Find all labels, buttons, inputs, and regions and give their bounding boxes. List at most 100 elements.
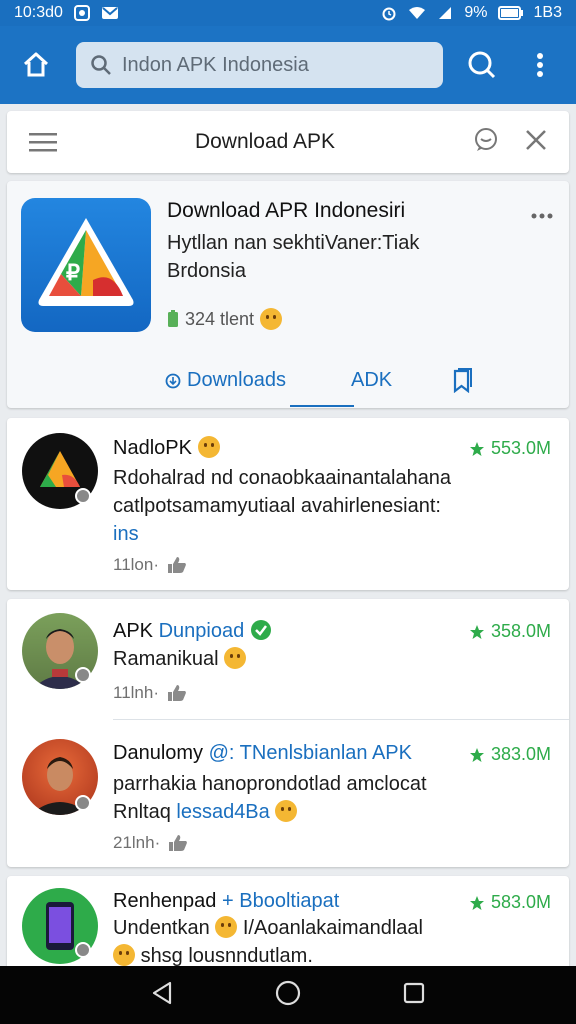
rating-value: 553.0M (490, 438, 551, 458)
system-nav-bar (0, 966, 576, 1024)
search-button[interactable] (460, 43, 504, 87)
post-body-line: Rdohalrad nd conaobkaainantalahana (113, 467, 452, 489)
app-subtitle-1: Hytllan nan sekhtiVaner:Tiak (167, 232, 420, 254)
emoji-icon (224, 647, 247, 669)
like-icon[interactable] (167, 556, 187, 574)
post-body-line: catlpotsamamyutiaal avahirlenesiant: (113, 495, 441, 517)
status-left: 10:3d0 (14, 4, 119, 22)
active-tab-indicator (290, 405, 354, 407)
author-name-prefix: APK (113, 620, 154, 642)
post-body: Undentkan I/Aoanlakaimandlaal shsg lousn… (113, 914, 553, 970)
time-text: 21lnh· (113, 833, 161, 852)
signal-icon (436, 5, 454, 21)
post-body: Rdohalrad nd conaobkaainantalahana catlp… (113, 464, 553, 548)
star-icon (469, 441, 484, 456)
app-meta: 324 tlent (167, 308, 283, 330)
star-icon (469, 747, 484, 762)
post-body-text: I/Aoanlakaimandlaal (242, 917, 423, 939)
battery-icon (497, 5, 524, 21)
home-nav-button[interactable] (275, 980, 301, 1011)
time-text: 11lnh· (113, 683, 159, 702)
star-icon (469, 895, 484, 910)
post-author: NadloPK (113, 436, 220, 460)
app-subtitle-2: Brdonsia (167, 260, 246, 282)
status-right: 9% 1B3 (380, 4, 562, 22)
rating-value: 358.0M (490, 621, 551, 641)
post-body-line: Undentkan I/Aoanlakaimandlaal (113, 914, 553, 942)
search-box[interactable] (76, 42, 443, 88)
app-hero-card: ₽ Download APR Indonesiri Hytllan nan se… (7, 181, 569, 408)
status-time: 10:3d0 (14, 4, 63, 21)
status-bar: 10:3d0 9% 1B3 (0, 0, 576, 26)
close-icon (526, 129, 546, 150)
post-body-text: Undentkan (113, 917, 210, 939)
like-icon[interactable] (167, 684, 187, 702)
author-name: Renhenpad (113, 890, 217, 912)
rating: 358.0M (469, 621, 551, 642)
more-horiz-icon (531, 213, 553, 219)
menu-button[interactable] (29, 132, 57, 152)
wifi-icon (408, 5, 426, 21)
post-card[interactable]: NadloPK 553.0M Rdohalrad nd conaobkaaina… (7, 418, 569, 590)
post-card[interactable]: Renhenpad + Bbooltiapat 583.0M Undentkan… (7, 876, 569, 976)
battery-small-icon (168, 310, 178, 327)
tab-bookmark[interactable] (452, 367, 474, 393)
like-icon[interactable] (168, 834, 188, 852)
emoji-icon (197, 436, 220, 458)
overflow-menu-button[interactable] (518, 43, 562, 87)
hamburger-icon (29, 133, 57, 152)
post-body-text: Rnltaq (113, 801, 171, 823)
chat-bubble-icon (475, 127, 497, 151)
search-icon (468, 51, 496, 79)
app-meta-text: 324 tlent (185, 308, 255, 329)
post-group-card: APK Dunpioad 358.0M Ramanikual 11lnh· Da… (7, 599, 569, 867)
post-time: 21lnh· (113, 833, 188, 853)
rating: 383.0M (469, 744, 551, 765)
post-link[interactable]: ins (113, 520, 553, 548)
author-name: NadloPK (113, 437, 192, 459)
hero-tabs: Downloads ADK (7, 361, 569, 407)
verified-badge (75, 488, 91, 504)
notification-app-icon (73, 5, 91, 21)
tab-downloads[interactable]: Downloads (165, 369, 286, 392)
home-circle-icon (275, 980, 301, 1005)
app-title: Download APR Indonesiri (167, 199, 406, 222)
rating-value: 583.0M (490, 892, 551, 912)
recents-button[interactable] (403, 982, 425, 1009)
close-button[interactable] (525, 129, 547, 156)
rating: 553.0M (469, 438, 551, 459)
search-icon (91, 55, 111, 75)
home-icon (23, 52, 49, 77)
download-circle-icon (165, 373, 181, 388)
mail-icon (101, 5, 119, 21)
app-bar-actions (460, 43, 562, 87)
bookmark-icon (453, 368, 472, 393)
post-body-line: Ramanikual (113, 648, 219, 670)
verified-check-icon (250, 620, 271, 640)
hero-more-button[interactable] (531, 199, 553, 225)
emoji-icon (260, 308, 283, 330)
chat-button[interactable] (473, 127, 499, 158)
tab-apk[interactable]: ADK (351, 369, 392, 392)
recents-square-icon (403, 982, 425, 1003)
post-author: Danulomy @: TNenlsbianlan APK (113, 742, 412, 765)
tab-apk-label: ADK (351, 369, 393, 391)
title-actions (473, 127, 547, 158)
home-button[interactable] (14, 43, 58, 87)
divider (113, 719, 569, 720)
app-logo[interactable]: ₽ (21, 198, 151, 332)
post-author: APK Dunpioad (113, 619, 272, 643)
search-input[interactable] (122, 53, 422, 77)
app-logo-icon: ₽ (38, 218, 134, 306)
more-vert-icon (537, 53, 543, 77)
emoji-icon (215, 916, 238, 938)
author-name-link[interactable]: + Bbooltiapat (222, 890, 339, 912)
back-button[interactable] (151, 981, 173, 1010)
tab-downloads-label: Downloads (187, 369, 286, 391)
author-name-link[interactable]: Dunpioad (159, 620, 245, 642)
author-name-link[interactable]: @: TNenlsbianlan APK (209, 742, 412, 764)
post-link[interactable]: lessad4Ba (176, 801, 269, 823)
emoji-icon (113, 944, 135, 966)
post-body-text: shsg lousnndutlam. (140, 945, 313, 967)
svg-text:₽: ₽ (66, 260, 80, 285)
